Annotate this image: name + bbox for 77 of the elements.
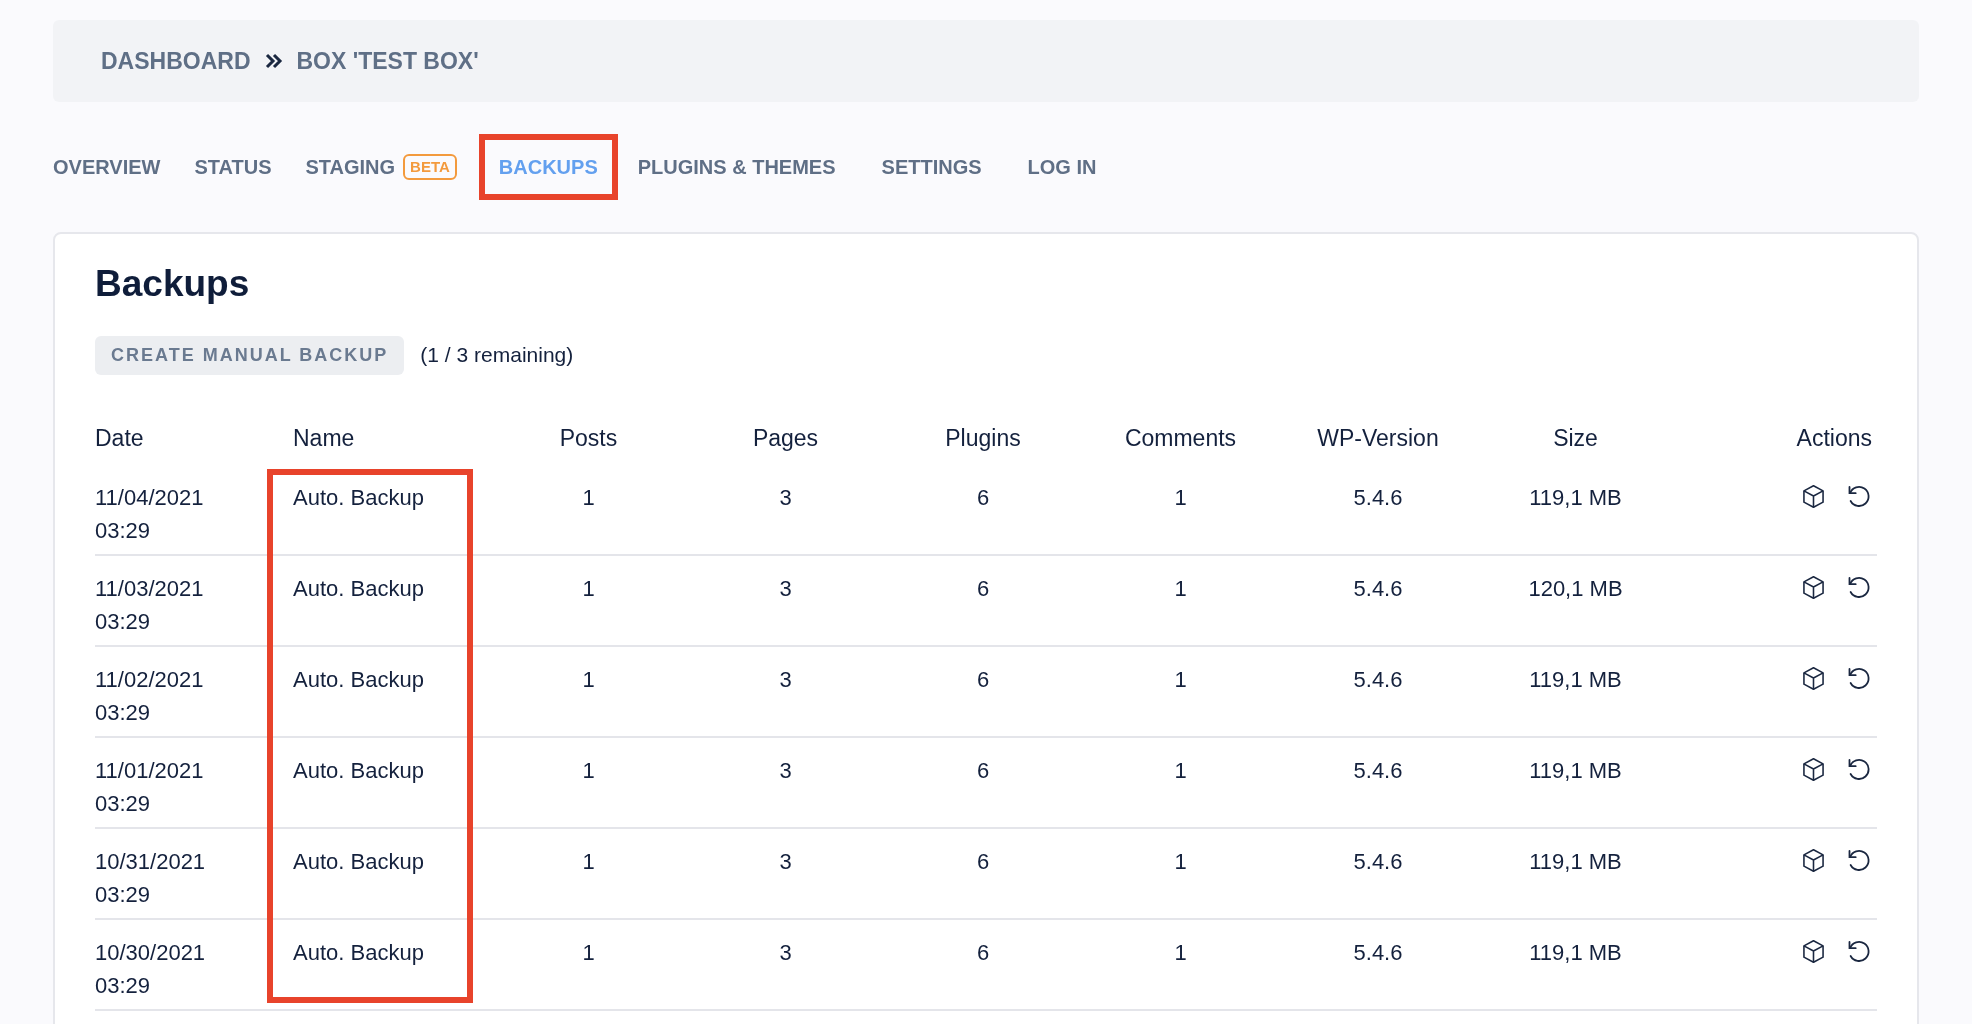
table-cell-text: 1 [1173, 757, 1188, 785]
nav-tab[interactable]: LOG IN [1015, 148, 1109, 186]
table-cell-text: Auto. Backup [293, 575, 425, 603]
table-cell-text: 11/04/2021 03:29 [95, 484, 205, 545]
cube-icon[interactable] [1800, 938, 1827, 965]
table-cell-text: 6 [975, 575, 991, 603]
cube-icon[interactable] [1800, 483, 1827, 510]
column-header: Posts [558, 423, 619, 453]
table-cell-text: 10/30/2021 03:29 [95, 939, 207, 1000]
table-cell-text: 5.4.6 [1352, 666, 1404, 694]
nav-tab[interactable]: OVERVIEW [41, 148, 173, 186]
table-cell-text: 11/01/2021 03:29 [95, 757, 205, 818]
table-cell-text: 5.4.6 [1352, 484, 1404, 512]
table-cell-text: Auto. Backup [293, 848, 425, 876]
breadcrumb-link[interactable]: DASHBOARD [101, 43, 251, 79]
table-cell-text: 119,1 MB [1528, 939, 1623, 967]
cube-icon[interactable] [1800, 665, 1827, 692]
table-cell-text: 120,1 MB [1527, 575, 1624, 603]
table-cell-text: 10/31/2021 03:29 [95, 848, 207, 909]
breadcrumb-link[interactable]: BOX 'TEST BOX' [296, 43, 479, 79]
table-cell-text: 3 [778, 575, 793, 603]
table-cell-text: 6 [975, 939, 991, 967]
table-cell-text: 1 [581, 757, 596, 785]
table-cell-text: 6 [975, 484, 991, 512]
table-cell-text: 5.4.6 [1352, 575, 1404, 603]
table-cell-text: 119,1 MB [1528, 757, 1623, 785]
nav-tab[interactable]: STAGING BETA [293, 148, 469, 186]
table-cell-text: 1 [1173, 666, 1188, 694]
table-cell-text: Auto. Backup [293, 939, 425, 967]
card-title: Backups [95, 262, 251, 306]
column-header: Date [95, 423, 145, 453]
table-cell-text: 3 [778, 848, 793, 876]
column-header: Name [293, 423, 356, 453]
column-header: Actions [1795, 423, 1872, 453]
nav-tab[interactable]: PLUGINS & THEMES [625, 148, 848, 186]
column-header: Comments [1123, 423, 1238, 453]
table-cell-text: 3 [778, 757, 793, 785]
table-cell-text: 5.4.6 [1352, 757, 1404, 785]
table-cell-text: 1 [1173, 848, 1188, 876]
table-cell-text: 119,1 MB [1528, 484, 1623, 512]
cube-icon[interactable] [1800, 574, 1827, 601]
beta-badge: BETA [403, 154, 457, 180]
table-cell-text: 3 [778, 484, 793, 512]
table-cell-text: 119,1 MB [1528, 848, 1623, 876]
table-cell-text: 3 [778, 939, 793, 967]
table-cell-text: 1 [1173, 484, 1188, 512]
table-cell-text: 5.4.6 [1352, 939, 1404, 967]
table-cell-text: Auto. Backup [293, 757, 425, 785]
nav-tab[interactable]: SETTINGS [869, 148, 994, 186]
table-cell-text: 6 [975, 757, 991, 785]
table-cell-text: 3 [778, 666, 793, 694]
table-cell-text: 11/03/2021 03:29 [95, 575, 205, 636]
create-backup-button[interactable]: CREATE MANUAL BACKUP [95, 335, 405, 375]
table-cell-text: 1 [581, 575, 596, 603]
table-cell-text: Auto. Backup [293, 666, 425, 694]
cube-icon[interactable] [1800, 847, 1827, 874]
double-chevron-icon [264, 53, 283, 69]
table-cell-text: Auto. Backup [293, 484, 425, 512]
table-cell-text: 1 [1173, 575, 1188, 603]
table-cell-text: 1 [581, 848, 596, 876]
remaining-text: (1 / 3 remaining) [420, 342, 574, 369]
table-cell-text: 6 [975, 848, 991, 876]
table-cell-text: 5.4.6 [1352, 848, 1404, 876]
table-cell-text: 1 [581, 484, 596, 512]
table-cell-text: 1 [581, 939, 596, 967]
nav-tab[interactable]: STATUS [182, 148, 284, 186]
table-cell-text: 119,1 MB [1528, 666, 1623, 694]
column-header: Plugins [944, 423, 1022, 453]
table-cell-text: 1 [1173, 939, 1188, 967]
column-header: WP-Version [1316, 423, 1440, 453]
column-header: Size [1552, 423, 1599, 453]
cube-icon[interactable] [1800, 756, 1827, 783]
table-cell-text: 11/02/2021 03:29 [95, 666, 205, 727]
table-cell-text: 1 [581, 666, 596, 694]
nav-tab[interactable]: BACKUPS [486, 148, 610, 186]
table-cell-text: 6 [975, 666, 991, 694]
column-header: Pages [751, 423, 820, 453]
